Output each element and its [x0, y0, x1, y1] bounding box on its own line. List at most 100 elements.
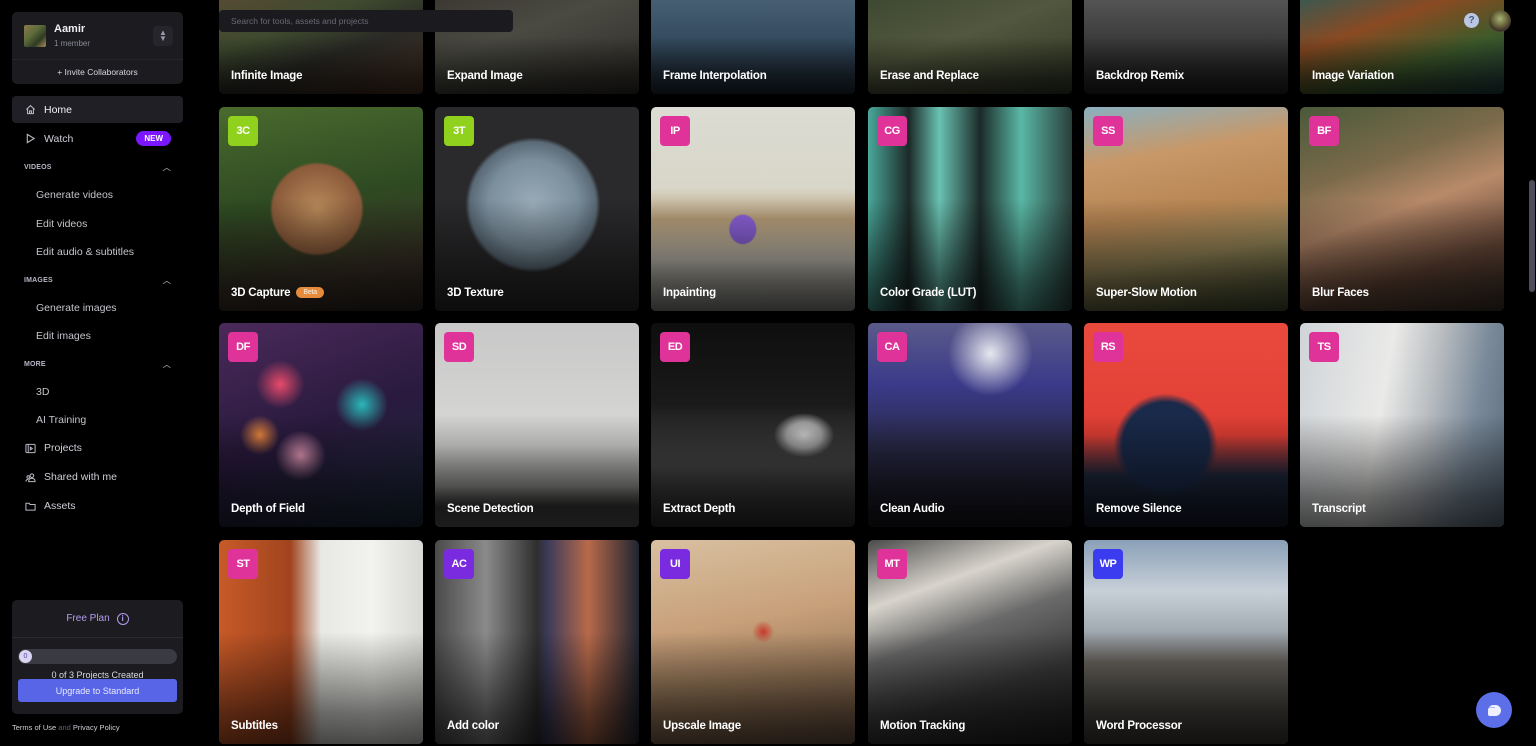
tool-title-text: Frame Interpolation [663, 70, 767, 82]
tool-title: Motion Tracking [880, 720, 965, 732]
tool-card[interactable]: 3C 3D Capture Beta [219, 107, 423, 311]
section-videos-header[interactable]: VIDEOS ︿ [12, 154, 183, 181]
tool-title-text: Remove Silence [1096, 503, 1182, 515]
scrollbar-thumb[interactable] [1529, 180, 1535, 292]
tool-title: Image Variation [1312, 70, 1394, 82]
tool-title-text: Depth of Field [231, 503, 305, 515]
tool-title-text: 3D Capture [231, 287, 291, 299]
privacy-policy-link[interactable]: Privacy Policy [73, 723, 120, 732]
tool-title: Inpainting [663, 287, 716, 299]
sidebar-item-home[interactable]: Home [12, 96, 183, 123]
tool-title: Expand Image [447, 70, 523, 82]
tool-card[interactable]: Frame Interpolation [651, 0, 855, 94]
sidebar-item-edit-images[interactable]: Edit images [12, 322, 183, 351]
tool-abbr-badge: UI [660, 549, 690, 579]
user-avatar[interactable] [1489, 10, 1511, 32]
plan-header: Free Plan i [12, 600, 183, 638]
invite-collaborators-button[interactable]: + Invite Collaborators [12, 60, 183, 84]
tool-card[interactable]: ST Subtitles [219, 540, 423, 744]
legal-and: and [58, 723, 71, 732]
tool-card[interactable]: BF Blur Faces [1300, 107, 1504, 311]
team-avatar [24, 25, 46, 47]
tool-title: Depth of Field [231, 503, 305, 515]
tool-card[interactable]: AC Add color [435, 540, 639, 744]
tool-card[interactable]: SD Scene Detection [435, 323, 639, 527]
sidebar-item-watch[interactable]: Watch NEW [12, 125, 183, 152]
legal-links: Terms of Use and Privacy Policy [12, 723, 120, 732]
switch-team-button[interactable]: ▲ ▼ [153, 26, 173, 46]
tool-card[interactable]: CG Color Grade (LUT) [868, 107, 1072, 311]
tool-card[interactable]: ED Extract Depth [651, 323, 855, 527]
users-icon [23, 470, 37, 484]
tool-card[interactable]: 3T 3D Texture [435, 107, 639, 311]
tool-card[interactable]: DF Depth of Field [219, 323, 423, 527]
sidebar-item-shared-with-me[interactable]: Shared with me [12, 464, 183, 491]
sidebar-item-edit-videos[interactable]: Edit videos [12, 210, 183, 239]
tool-title-text: Scene Detection [447, 503, 534, 515]
tool-abbr-badge: DF [228, 332, 258, 362]
sidebar-item-projects[interactable]: Projects [12, 435, 183, 462]
tool-card[interactable]: TS Transcript [1300, 323, 1504, 527]
tool-title-text: Clean Audio [880, 503, 945, 515]
tool-title: Infinite Image [231, 70, 303, 82]
upgrade-button[interactable]: Upgrade to Standard [18, 679, 177, 702]
chevron-down-icon: ▼ [159, 34, 167, 43]
sidebar-item-edit-audio-subtitles[interactable]: Edit audio & subtitles [12, 238, 183, 267]
tool-abbr-badge: AC [444, 549, 474, 579]
folder-icon [23, 499, 37, 513]
tool-card[interactable]: Erase and Replace [868, 0, 1072, 94]
chat-support-button[interactable] [1476, 692, 1512, 728]
tool-title: Scene Detection [447, 503, 534, 515]
tool-title-text: Extract Depth [663, 503, 736, 515]
tool-title-text: Add color [447, 720, 499, 732]
tool-abbr-badge: ST [228, 549, 258, 579]
home-icon [23, 103, 37, 117]
tool-card[interactable]: CA Clean Audio [868, 323, 1072, 527]
tool-title: Transcript [1312, 503, 1366, 515]
tool-title-text: Backdrop Remix [1096, 70, 1184, 82]
tool-title-text: Word Processor [1096, 720, 1182, 732]
section-title: VIDEOS [24, 164, 52, 171]
tool-card[interactable]: MT Motion Tracking [868, 540, 1072, 744]
tool-title: Super-Slow Motion [1096, 287, 1197, 299]
sidebar-item-generate-images[interactable]: Generate images [12, 294, 183, 323]
tool-title-text: Infinite Image [231, 70, 303, 82]
tool-abbr-badge: 3C [228, 116, 258, 146]
help-button[interactable]: ? [1464, 13, 1479, 28]
tool-card[interactable]: RS Remove Silence [1084, 323, 1288, 527]
sidebar-item-3d[interactable]: 3D [12, 378, 183, 407]
tool-abbr-badge: TS [1309, 332, 1339, 362]
sidebar-item-generate-videos[interactable]: Generate videos [12, 181, 183, 210]
sidebar-item-ai-training[interactable]: AI Training [12, 406, 183, 435]
tool-title-text: Transcript [1312, 503, 1366, 515]
tool-title: Upscale Image [663, 720, 741, 732]
app-root: Aamir 1 member ▲ ▼ + Invite Collaborator… [0, 0, 1536, 746]
section-more-header[interactable]: MORE ︿ [12, 351, 183, 378]
section-images-header[interactable]: IMAGES ︿ [12, 267, 183, 294]
info-icon[interactable]: i [116, 612, 129, 625]
plan-title: Free Plan [66, 613, 110, 624]
search-input[interactable] [219, 10, 513, 32]
sidebar-item-label: Home [44, 103, 73, 116]
sidebar-item-assets[interactable]: Assets [12, 493, 183, 520]
chat-icon [1487, 702, 1501, 716]
tool-card[interactable]: WP Word Processor [1084, 540, 1288, 744]
chevron-up-icon: ︿ [162, 163, 171, 172]
tool-card[interactable]: IP Inpainting [651, 107, 855, 311]
tool-abbr-badge: BF [1309, 116, 1339, 146]
tool-card[interactable]: SS Super-Slow Motion [1084, 107, 1288, 311]
tool-title: Add color [447, 720, 499, 732]
tool-card[interactable]: Backdrop Remix [1084, 0, 1288, 94]
tool-title: 3D Texture [447, 287, 504, 299]
tool-abbr-badge: RS [1093, 332, 1123, 362]
chevron-up-icon: ︿ [162, 275, 171, 285]
tool-title: Blur Faces [1312, 287, 1369, 299]
tool-title-text: Color Grade (LUT) [880, 287, 977, 299]
tool-abbr-badge: ED [660, 332, 690, 362]
tool-card[interactable]: UI Upscale Image [651, 540, 855, 744]
projects-icon [23, 441, 37, 455]
tool-title: Frame Interpolation [663, 70, 767, 82]
sidebar-item-label: Assets [44, 500, 76, 512]
terms-of-use-link[interactable]: Terms of Use [12, 723, 56, 732]
team-switcher[interactable]: Aamir 1 member ▲ ▼ [12, 12, 183, 60]
